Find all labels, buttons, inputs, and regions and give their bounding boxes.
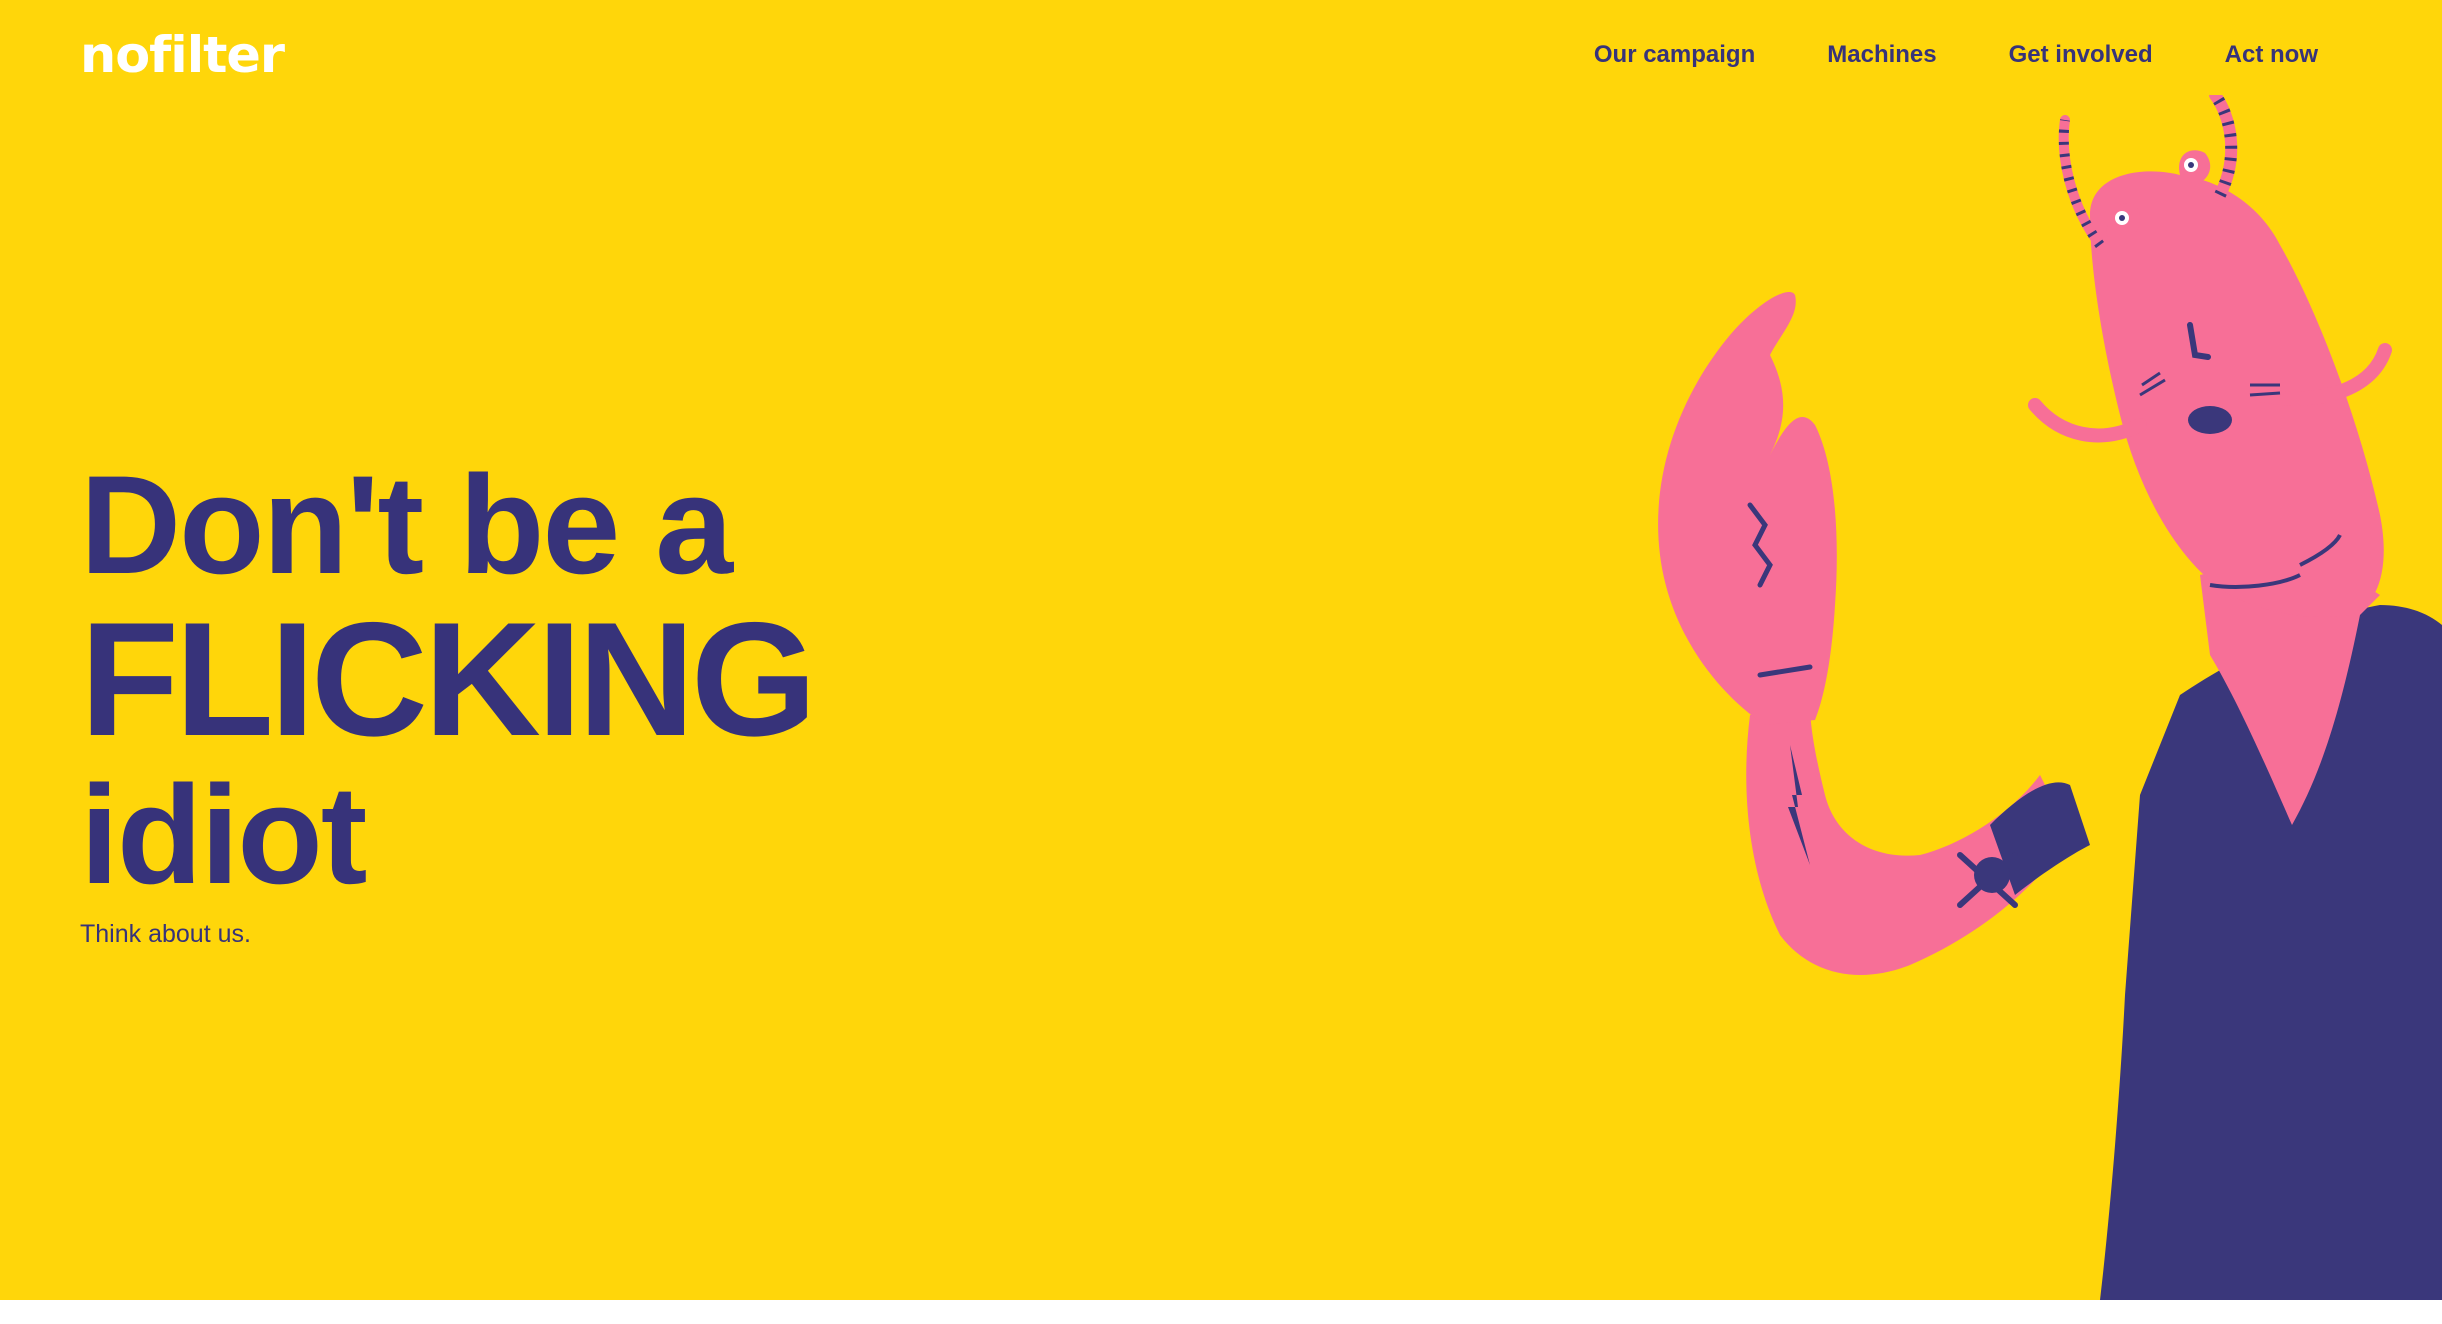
nofilter-logo[interactable]: nofilter xyxy=(80,28,286,80)
headline-line-2: FLICKING xyxy=(80,589,817,770)
nav-machines[interactable]: Machines xyxy=(1827,38,1936,72)
nav-our-campaign[interactable]: Our campaign xyxy=(1594,38,1755,72)
hero-headline: Don't be a FLICKING idiot xyxy=(80,446,817,913)
svg-text:nofilter: nofilter xyxy=(80,28,285,80)
headline-line-3: idiot xyxy=(80,756,367,913)
lobster-icon xyxy=(1658,95,2442,1300)
nav-act-now[interactable]: Act now xyxy=(2225,38,2318,72)
lobster-illustration xyxy=(1620,95,2442,1300)
hero-section: nofilter Our campaign Machines Get invol… xyxy=(0,0,2442,1300)
main-nav: Our campaign Machines Get involved Act n… xyxy=(1594,38,2318,72)
nav-get-involved[interactable]: Get involved xyxy=(2009,38,2153,72)
headline-line-1: Don't be a xyxy=(80,446,733,603)
logo-icon: nofilter xyxy=(80,28,286,80)
hero-subtitle: Think about us. xyxy=(80,920,251,948)
